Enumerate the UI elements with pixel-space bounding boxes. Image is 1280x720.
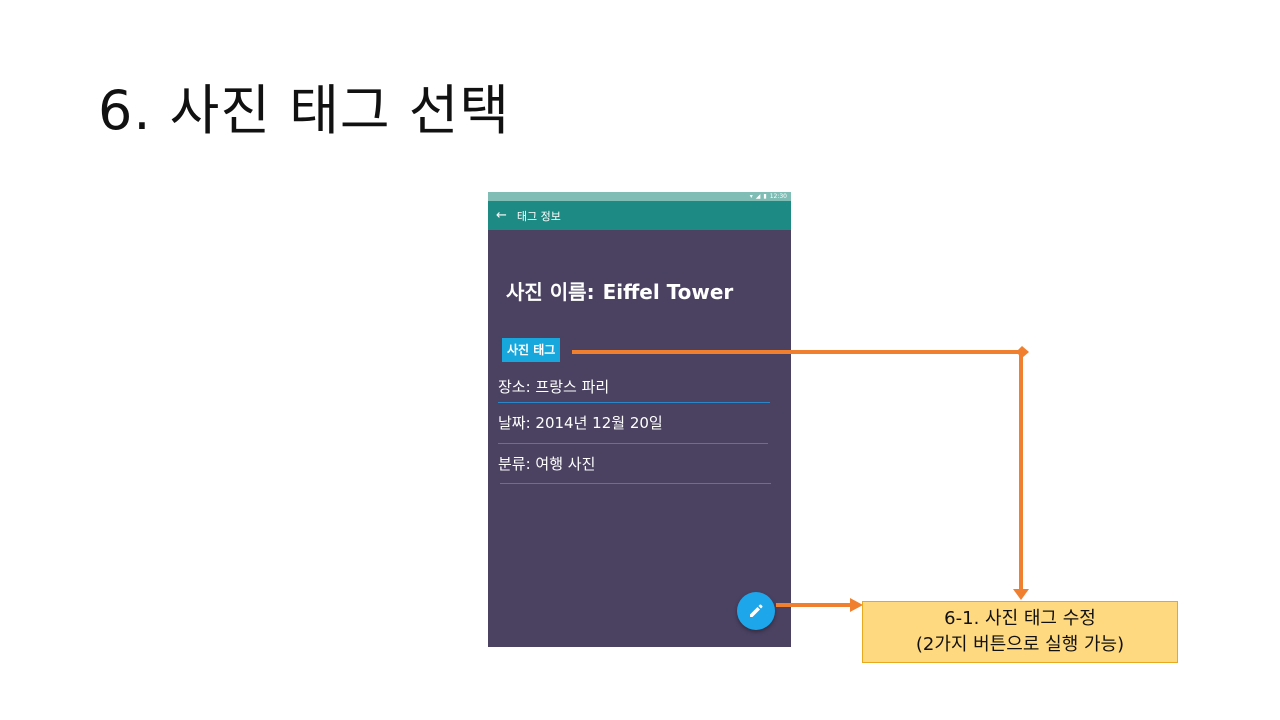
- arrow-head-down: [1013, 589, 1029, 600]
- arrow-corner-marker: [1016, 346, 1029, 358]
- callout-box: 6-1. 사진 태그 수정 (2가지 버튼으로 실행 가능): [862, 601, 1178, 663]
- callout-line-2: (2가지 버튼으로 실행 가능): [915, 634, 1125, 655]
- callout-line-1: 6-1. 사진 태그 수정: [944, 608, 1096, 629]
